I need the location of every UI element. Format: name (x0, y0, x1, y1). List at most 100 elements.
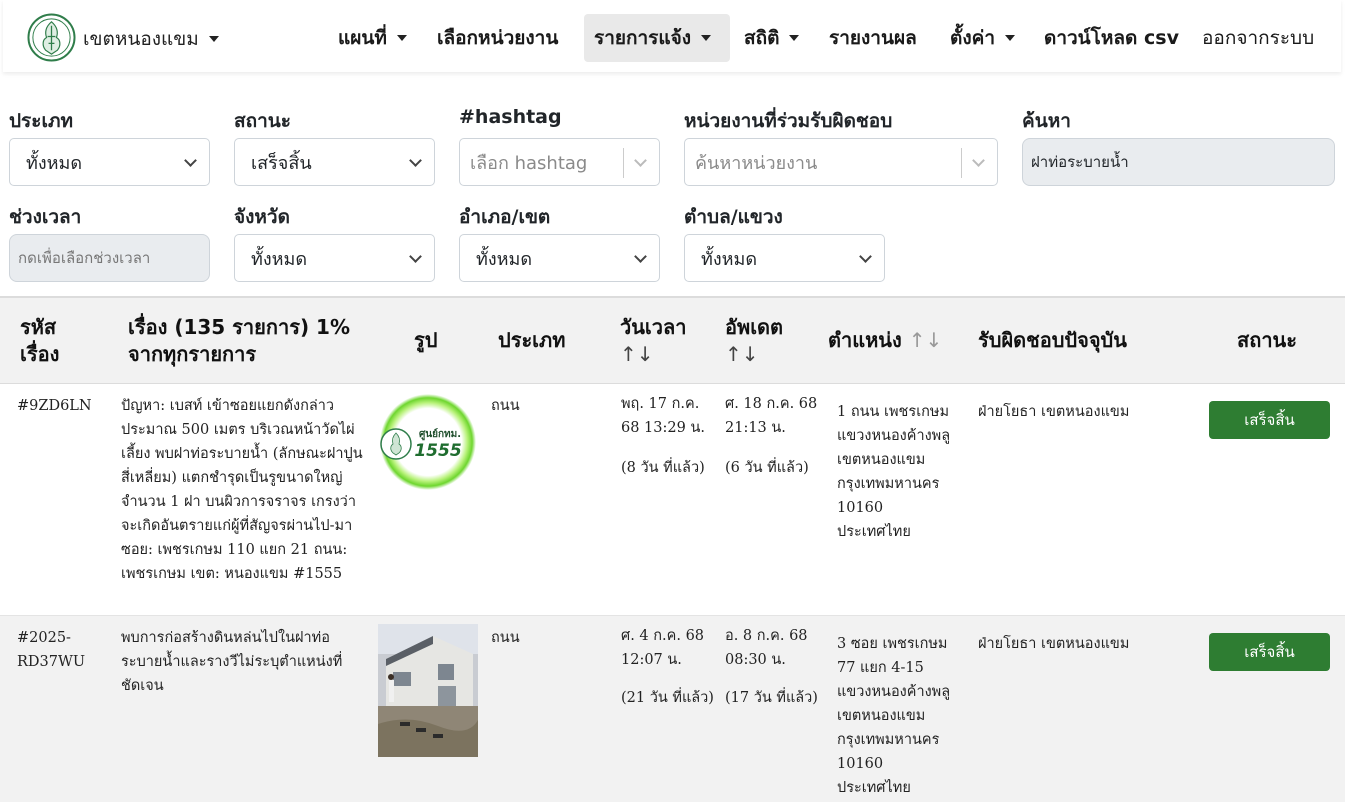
nav-logout-label: ออกจากระบบ (1202, 27, 1315, 49)
search-input[interactable]: ฝาท่อระบายน้ำ (1022, 138, 1335, 186)
top-navbar: เขตหนองแขม แผนที่ เลือกหน่วยงาน รายการแจ… (3, 0, 1341, 72)
nav-settings-label: ตั้งค่า (950, 27, 995, 49)
sort-icon: ↑↓ (725, 342, 759, 366)
status-select[interactable]: เสร็จสิ้น (234, 138, 435, 186)
period-placeholder: กดเพื่อเลือกช่วงเวลา (18, 249, 151, 267)
svg-text:1555: 1555 (414, 441, 461, 461)
chevron-down-icon (634, 250, 647, 263)
nav-statistics[interactable]: สถิติ (734, 14, 809, 62)
table-row[interactable]: #2025-RD37WU พบการก่อสร้างดินหล่นไปในฝาท… (0, 616, 1345, 802)
sort-icon: ↑↓ (908, 328, 943, 352)
col-header-image: รูป (414, 328, 438, 352)
type-filter-label: ประเภท (9, 110, 74, 132)
row-id[interactable]: #9ZD6LN (17, 394, 92, 418)
table-row[interactable]: #9ZD6LN ปัญหา: เบสท์ เข้าซอยแยกดังกล่าวป… (0, 384, 1345, 616)
col-header-status[interactable]: สถานะ (1237, 327, 1297, 354)
nav-map[interactable]: แผนที่ (328, 14, 417, 62)
nav-map-label: แผนที่ (338, 27, 387, 49)
type-select-value: ทั้งหมด (26, 152, 83, 174)
sort-icon: ↑↓ (620, 342, 654, 366)
district-label: เขตหนองแขม (83, 28, 199, 50)
search-filter-label: ค้นหา (1022, 110, 1071, 132)
caret-down-icon (701, 35, 712, 41)
agency-select[interactable]: ค้นหาหน่วยงาน (684, 138, 998, 186)
nav-download-csv-label: ดาวน์โหลด csv (1044, 27, 1179, 49)
row-location[interactable]: 1 ถนน เพชรเกษม แขวงหนองค้างพลู เขตหนองแข… (837, 400, 957, 544)
subdistrict-filter-label: ตำบล/แขวง (684, 206, 783, 228)
nav-reports-label: รายการแจ้ง (594, 27, 692, 49)
status-filter-label: สถานะ (234, 110, 291, 132)
select-separator (623, 148, 624, 178)
row-datetime-ago: (21 วัน ที่แล้ว) (621, 690, 714, 706)
row-location[interactable]: 3 ซอย เพชรเกษม 77 แยก 4-15 แขวงหนองค้างพ… (837, 632, 957, 800)
col-header-datetime-label: วันเวลา (620, 315, 687, 339)
col-header-type[interactable]: ประเภท (498, 327, 565, 354)
district-filter-label: อำเภอ/เขต (459, 206, 551, 228)
subdistrict-select-value: ทั้งหมด (701, 248, 758, 270)
col-header-updated-label: อัพเดต (725, 315, 784, 339)
search-input-value: ฝาท่อระบายน้ำ (1031, 153, 1129, 171)
col-header-location[interactable]: ตำแหน่ง ↑↓ (828, 327, 942, 354)
chevron-down-icon (184, 154, 197, 167)
hashtag-filter-label: #hashtag (459, 106, 562, 128)
select-separator (961, 148, 962, 178)
period-filter-label: ช่วงเวลา (9, 206, 82, 228)
chevron-down-icon (634, 154, 647, 167)
district-select[interactable]: ทั้งหมด (459, 234, 660, 282)
hashtag-placeholder: เลือก hashtag (470, 152, 588, 174)
col-header-id[interactable]: รหัสเรื่อง (20, 314, 80, 368)
row-id[interactable]: #2025-RD37WU (17, 626, 112, 674)
col-header-location-label: ตำแหน่ง (828, 328, 902, 352)
row-type: ถนน (491, 630, 520, 646)
caret-down-icon (208, 36, 219, 42)
type-select[interactable]: ทั้งหมด (9, 138, 210, 186)
row-type: ถนน (491, 398, 520, 414)
nav-select-agency-label: เลือกหน่วยงาน (437, 27, 559, 49)
row-updated-ago: (6 วัน ที่แล้ว) (725, 460, 809, 476)
col-header-datetime[interactable]: วันเวลา ↑↓ (620, 314, 686, 368)
table-header: รหัสเรื่อง เรื่อง (135 รายการ) 1% จากทุก… (0, 296, 1345, 384)
caret-down-icon (1005, 35, 1015, 41)
nav-select-agency[interactable]: เลือกหน่วยงาน (427, 14, 568, 62)
bangkok-logo[interactable] (27, 13, 76, 62)
row-datetime-ago: (8 วัน ที่แล้ว) (621, 460, 705, 476)
province-filter-label: จังหวัด (234, 206, 290, 228)
construction-photo (378, 624, 478, 757)
province-select-value: ทั้งหมด (251, 248, 308, 270)
row-datetime: พฤ. 17 ก.ค. 68 13:29 น. (621, 396, 705, 436)
nav-logout[interactable]: ออกจากระบบ (1192, 14, 1324, 62)
caret-down-icon (396, 35, 407, 41)
nav-results-report[interactable]: รายงานผล (819, 14, 927, 62)
row-responsible: ฝ่ายโยธา เขตหนองแขม (978, 404, 1130, 420)
province-select[interactable]: ทั้งหมด (234, 234, 435, 282)
bangkok-1555-image: ศูนย์กทม. 1555 (378, 392, 478, 492)
chevron-down-icon (409, 250, 422, 263)
status-badge[interactable]: เสร็จสิ้น (1209, 633, 1330, 671)
status-badge[interactable]: เสร็จสิ้น (1209, 401, 1330, 439)
nav-settings[interactable]: ตั้งค่า (940, 14, 1025, 62)
hashtag-select[interactable]: เลือก hashtag (459, 138, 660, 186)
nav-download-csv[interactable]: ดาวน์โหลด csv (1034, 14, 1189, 62)
row-updated: อ. 8 ก.ค. 68 08:30 น. (725, 628, 808, 668)
row-thumbnail[interactable]: ศูนย์กทม. 1555 (378, 392, 478, 492)
agency-filter-label: หน่วยงานที่ร่วมรับผิดชอบ (684, 110, 893, 132)
col-header-responsible[interactable]: รับผิดชอบปัจจุบัน (978, 327, 1127, 354)
district-dropdown[interactable]: เขตหนองแขม (83, 24, 219, 54)
agency-placeholder: ค้นหาหน่วยงาน (695, 152, 818, 174)
caret-down-icon (789, 35, 800, 41)
row-updated: ศ. 18 ก.ค. 68 21:13 น. (725, 396, 818, 436)
chevron-down-icon (409, 154, 422, 167)
row-thumbnail[interactable] (378, 624, 478, 757)
subdistrict-select[interactable]: ทั้งหมด (684, 234, 885, 282)
nav-statistics-label: สถิติ (744, 27, 780, 49)
svg-text:ศูนย์กทม.: ศูนย์กทม. (419, 428, 461, 441)
row-subject[interactable]: ปัญหา: เบสท์ เข้าซอยแยกดังกล่าวประมาณ 50… (121, 394, 366, 586)
nav-reports[interactable]: รายการแจ้ง (584, 14, 730, 62)
col-header-updated[interactable]: อัพเดต ↑↓ (725, 314, 783, 368)
row-responsible: ฝ่ายโยธา เขตหนองแขม (978, 636, 1130, 652)
col-header-subject[interactable]: เรื่อง (135 รายการ) 1% จากทุกรายการ (128, 314, 378, 368)
period-input[interactable]: กดเพื่อเลือกช่วงเวลา (9, 234, 210, 282)
chevron-down-icon (972, 154, 985, 167)
row-subject[interactable]: พบการก่อสร้างดินหล่นไปในฝาท่อระบายน้ำและ… (121, 626, 356, 698)
row-datetime: ศ. 4 ก.ค. 68 12:07 น. (621, 628, 705, 668)
